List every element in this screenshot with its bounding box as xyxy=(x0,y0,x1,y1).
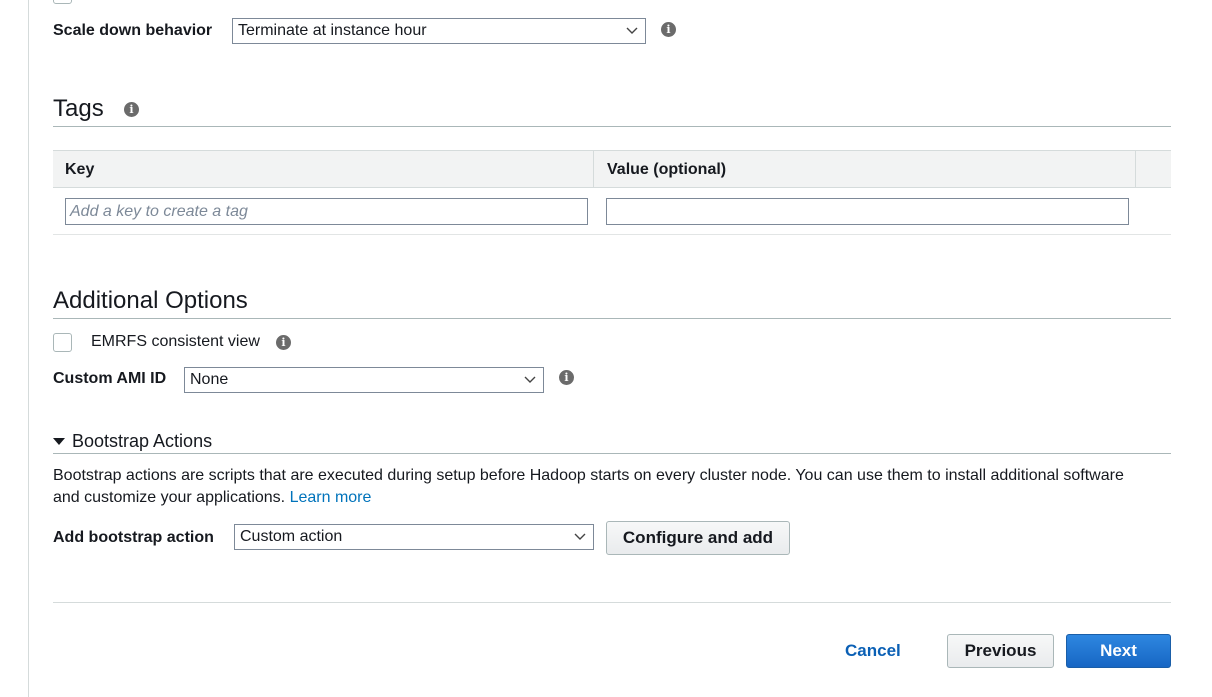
footer-divider xyxy=(53,602,1171,603)
emrfs-label: EMRFS consistent view xyxy=(91,333,260,350)
scale-down-row: Scale down behavior xyxy=(53,18,212,44)
tags-info-icon[interactable]: i xyxy=(124,102,139,117)
additional-options-title: Additional Options xyxy=(53,287,248,314)
add-bootstrap-select[interactable]: Custom action xyxy=(234,524,594,550)
custom-ami-value: None xyxy=(190,371,229,388)
tag-value-input[interactable] xyxy=(606,198,1129,225)
bootstrap-divider xyxy=(53,453,1171,454)
tag-key-input[interactable]: Add a key to create a tag xyxy=(65,198,588,225)
bootstrap-actions-toggle[interactable]: Bootstrap Actions xyxy=(53,430,212,452)
tags-table: Key Value (optional) Add a key to create… xyxy=(53,150,1171,235)
column-separator xyxy=(593,151,594,188)
left-border-rule xyxy=(28,0,29,697)
add-bootstrap-value: Custom action xyxy=(240,528,343,545)
tags-table-header: Key Value (optional) xyxy=(53,150,1171,188)
tags-table-row: Add a key to create a tag xyxy=(53,188,1171,235)
chevron-down-icon xyxy=(626,27,638,34)
add-bootstrap-row: Add bootstrap action xyxy=(53,525,214,551)
scale-down-label: Scale down behavior xyxy=(53,22,213,39)
cancel-button[interactable]: Cancel xyxy=(845,641,901,661)
configure-and-add-button[interactable]: Configure and add xyxy=(606,521,790,555)
scale-down-value: Terminate at instance hour xyxy=(238,22,427,39)
emrfs-row: EMRFS consistent view i xyxy=(53,332,291,352)
tags-divider xyxy=(53,126,1171,127)
emrfs-checkbox[interactable] xyxy=(53,332,72,352)
bootstrap-description: Bootstrap actions are scripts that are e… xyxy=(53,465,1133,509)
add-bootstrap-label: Add bootstrap action xyxy=(53,529,214,546)
column-header-key: Key xyxy=(65,161,95,178)
chevron-down-icon xyxy=(574,533,586,540)
tags-title: Tags xyxy=(53,95,104,122)
clipped-checkbox-above[interactable] xyxy=(53,0,72,4)
custom-ami-label: Custom AMI ID xyxy=(53,370,167,387)
emrfs-info-icon[interactable]: i xyxy=(275,334,291,350)
custom-ami-select[interactable]: None xyxy=(184,367,544,393)
chevron-down-icon xyxy=(524,376,536,383)
bootstrap-actions-title: Bootstrap Actions xyxy=(72,430,213,451)
custom-ami-info-icon[interactable]: i xyxy=(559,370,574,385)
previous-button[interactable]: Previous xyxy=(947,634,1054,668)
bootstrap-description-text: Bootstrap actions are scripts that are e… xyxy=(53,467,1124,506)
scale-down-select[interactable]: Terminate at instance hour xyxy=(232,18,646,44)
tag-key-placeholder: Add a key to create a tag xyxy=(70,203,248,220)
tags-section-title: Tags xyxy=(53,95,104,123)
next-button[interactable]: Next xyxy=(1066,634,1171,668)
column-separator xyxy=(1135,151,1136,188)
learn-more-link[interactable]: Learn more xyxy=(290,489,372,506)
scale-down-info-icon[interactable]: i xyxy=(661,22,676,37)
additional-options-divider xyxy=(53,318,1171,319)
caret-down-icon xyxy=(53,437,65,445)
column-header-value: Value (optional) xyxy=(607,161,727,178)
custom-ami-row: Custom AMI ID xyxy=(53,366,166,392)
